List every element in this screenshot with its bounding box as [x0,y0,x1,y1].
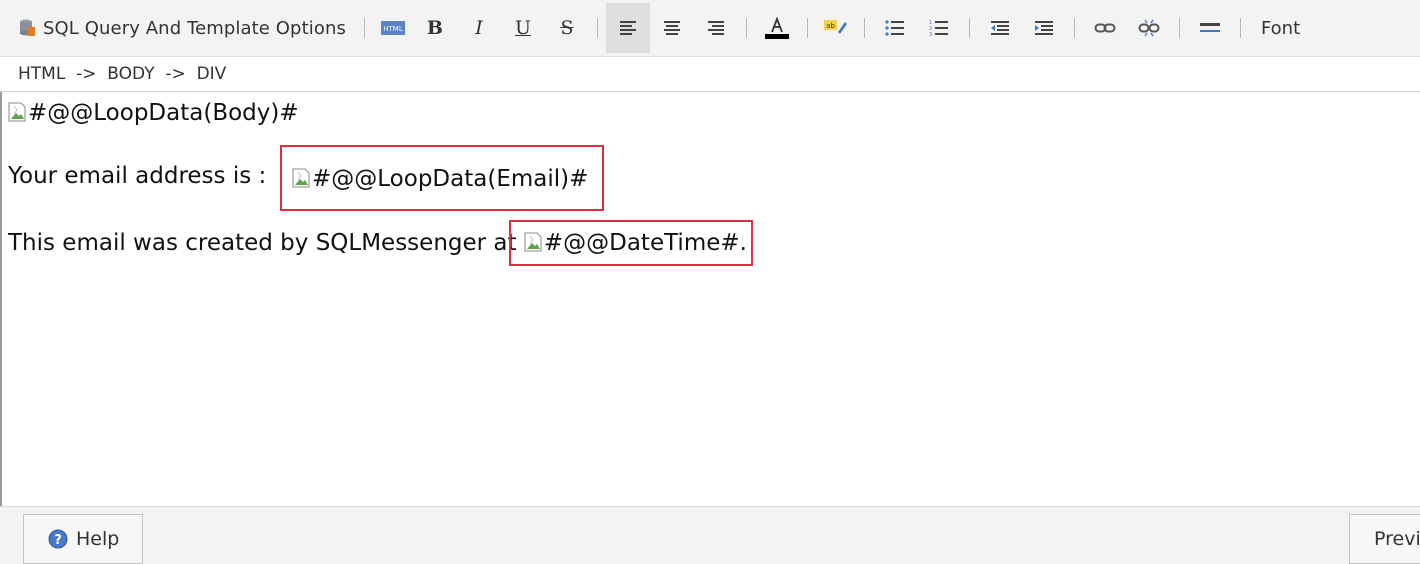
email-address-label: Your email address is : [8,163,274,189]
help-button-label: Help [76,528,120,550]
preview-button-label: Previ [1374,528,1420,550]
bulleted-list-icon [885,20,904,36]
toolbar-separator [1073,18,1075,38]
editor-content-area[interactable]: #@@LoopData(Body)# Your email address is… [0,92,1420,506]
sql-query-options-button[interactable]: SQL Query And Template Options [0,0,356,56]
highlighter-icon: ab [823,20,847,34]
align-right-icon [707,21,724,35]
toolbar-separator [968,18,970,38]
italic-icon: I [475,17,483,39]
highlight-color-button[interactable]: ab [816,3,856,53]
strikethrough-button[interactable]: S [545,3,589,53]
toolbar-separator [596,18,598,38]
numbered-list-button[interactable]: 1 2 3 [917,3,961,53]
database-icon [20,19,35,36]
outdent-icon [990,21,1009,35]
bold-icon: B [426,17,443,39]
underline-icon: U [514,17,531,39]
help-icon: ? [48,529,68,549]
html-icon: HTML [380,21,405,35]
link-icon [1094,23,1116,33]
toolbar-separator [363,18,365,38]
unlink-icon [1138,19,1160,37]
svg-text:?: ? [54,533,62,548]
datetime-field-highlight [509,220,753,266]
align-center-icon [663,21,680,35]
loopdata-email-placeholder: #@@LoopData(Email)# [312,166,589,192]
align-right-button[interactable] [694,3,738,53]
horizontal-rule-button[interactable] [1188,3,1232,53]
svg-text:3: 3 [929,32,932,37]
toolbar-separator [1239,18,1241,38]
align-left-button[interactable] [605,3,650,53]
font-color-button[interactable] [755,3,799,53]
svg-text:HTML: HTML [383,25,403,33]
bold-button[interactable]: B [413,3,457,53]
bulleted-list-button[interactable] [873,3,917,53]
broken-image-icon [292,168,312,190]
align-left-icon [619,21,636,35]
broken-image-icon [8,102,28,124]
preview-button[interactable]: Previ [1349,514,1420,564]
indent-button[interactable] [1022,3,1066,53]
editor-footer: ? Help Previ [0,506,1420,564]
underline-button[interactable]: U [501,3,545,53]
element-path-text: HTML -> BODY -> DIV [18,64,227,84]
insert-link-button[interactable] [1083,3,1127,53]
loopdata-body-placeholder: #@@LoopData(Body)# [28,100,299,126]
editor-toolbar: SQL Query And Template Options HTML B I … [0,0,1420,57]
align-center-button[interactable] [650,3,694,53]
created-by-label: This email was created by SQLMessenger a… [8,230,524,256]
html-source-button[interactable]: HTML [373,3,413,53]
toolbar-separator [863,18,865,38]
toolbar-separator [806,18,808,38]
toolbar-separator [745,18,747,38]
font-dropdown[interactable]: Font [1261,18,1300,39]
numbered-list-icon: 1 2 3 [929,20,948,37]
strikethrough-icon: S [560,17,574,39]
editor-line-body: #@@LoopData(Body)# [8,100,299,126]
outdent-button[interactable] [978,3,1022,53]
svg-text:ab: ab [826,22,835,30]
element-path-breadcrumb: HTML -> BODY -> DIV [0,57,1420,92]
toolbar-separator [1178,18,1180,38]
font-color-icon [764,17,789,39]
italic-button[interactable]: I [457,3,501,53]
indent-icon [1034,21,1053,35]
editor-line-email: Your email address is : [8,163,274,189]
email-field-placeholder: #@@LoopData(Email)# [292,166,588,192]
help-button[interactable]: ? Help [23,514,143,564]
remove-link-button[interactable] [1127,3,1171,53]
sql-query-options-label: SQL Query And Template Options [43,17,346,39]
horizontal-rule-icon [1199,23,1220,32]
